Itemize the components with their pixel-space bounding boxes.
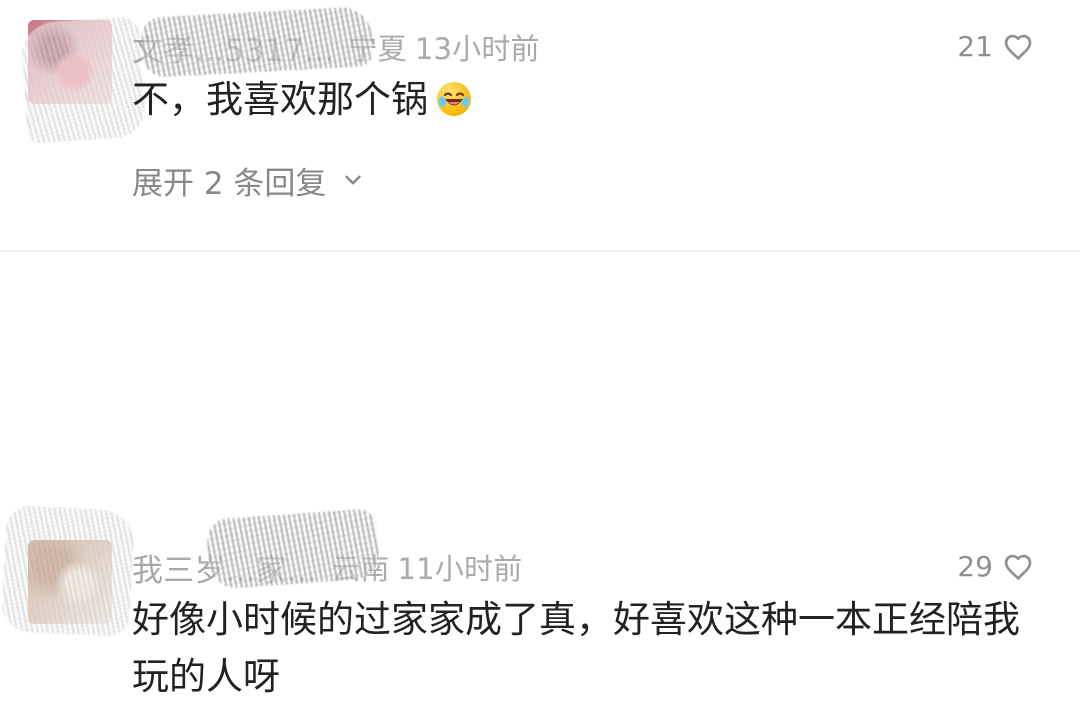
like-count: 29 xyxy=(957,549,993,583)
comment-item: 文孝...5317... 宁夏 13小时前 21 不，我喜欢那个锅 展开 2 条… xyxy=(0,0,1080,250)
comment-body: 不，我喜欢那个锅 xyxy=(132,78,428,121)
expand-replies-button[interactable]: 展开 2 条回复 xyxy=(132,157,366,203)
comment-meta: 文孝...5317... 宁夏 13小时前 xyxy=(132,25,652,69)
like-control[interactable]: 29 xyxy=(957,546,1036,586)
like-control[interactable]: 21 xyxy=(957,26,1036,66)
chevron-down-icon xyxy=(340,167,366,193)
avatar[interactable] xyxy=(28,20,112,104)
username[interactable]: 文孝...5317... xyxy=(132,25,334,70)
expand-replies-label: 展开 2 条回复 xyxy=(132,165,327,202)
timestamp: 11小时前 xyxy=(397,552,523,586)
comment-meta: 我三岁...家... 云南 11小时前 xyxy=(132,545,652,589)
comment-body: 好像小时候的过家家成了真，好喜欢这种一本正经陪我玩的人呀 xyxy=(132,598,1020,698)
location-label: 云南 xyxy=(331,552,390,586)
heart-icon[interactable] xyxy=(1001,549,1036,584)
laughing-crying-emoji xyxy=(434,79,474,119)
like-count: 21 xyxy=(957,29,993,63)
location-label: 宁夏 xyxy=(348,32,407,66)
comment-text: 好像小时候的过家家成了真，好喜欢这种一本正经陪我玩的人呀 xyxy=(132,591,1022,705)
timestamp: 13小时前 xyxy=(414,32,540,66)
username[interactable]: 我三岁...家... xyxy=(132,545,317,590)
avatar[interactable] xyxy=(28,540,112,624)
comment-text: 不，我喜欢那个锅 xyxy=(132,71,1032,128)
heart-icon[interactable] xyxy=(1001,29,1036,64)
comment-item: 我三岁...家... 云南 11小时前 29 好像小时候的过家家成了真，好喜欢这… xyxy=(0,252,1080,698)
